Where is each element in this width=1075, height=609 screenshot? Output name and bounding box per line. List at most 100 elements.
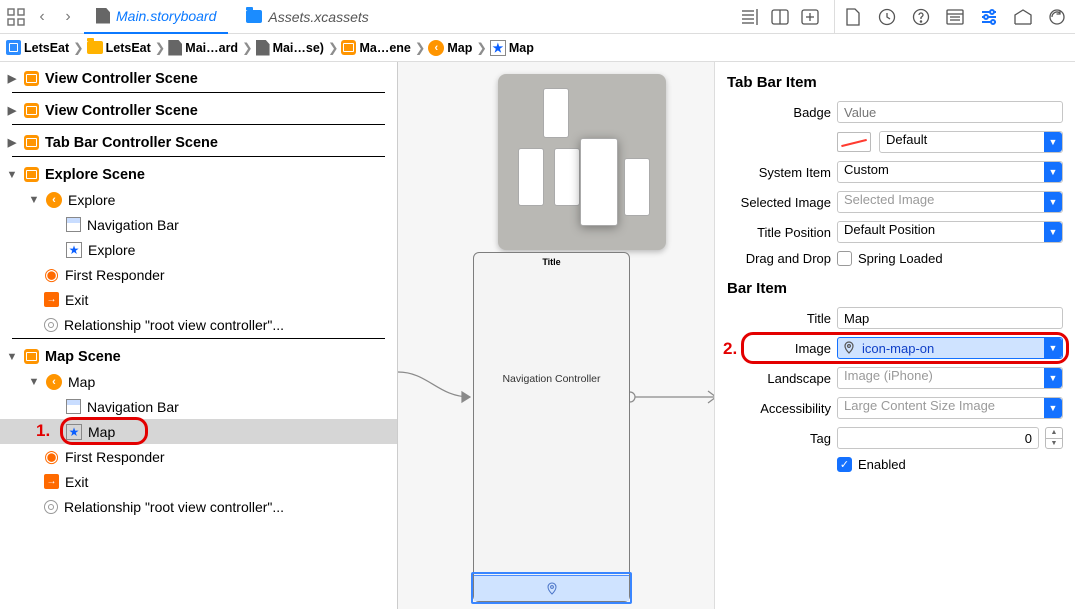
image-select[interactable]: icon-map-on ⊖ ▼ <box>837 337 1063 359</box>
size-inspector-icon[interactable] <box>1013 7 1033 27</box>
crumb-file[interactable]: Mai…ard <box>185 41 238 55</box>
title-input[interactable] <box>837 307 1063 329</box>
spring-loaded-checkbox[interactable] <box>837 251 852 266</box>
accessibility-select[interactable]: Large Content Size Image▼ <box>837 397 1063 419</box>
outline-label: First Responder <box>65 267 165 283</box>
adjust-editor-icon[interactable] <box>770 7 790 27</box>
outline-label: Explore Scene <box>45 167 145 183</box>
select-placeholder: Large Content Size Image <box>844 398 995 413</box>
project-icon <box>6 40 21 55</box>
tab-label: Main.storyboard <box>116 8 216 24</box>
controller-icon: ‹ <box>46 192 62 208</box>
label-landscape: Landscape <box>727 371 831 386</box>
editor-layout-icon[interactable] <box>740 7 760 27</box>
device-nav-controller-label: Navigation Controller <box>474 373 629 385</box>
navbar-icon <box>66 399 81 414</box>
attributes-inspector-icon[interactable] <box>979 7 999 27</box>
outline-row-first-responder[interactable]: ◉ First Responder <box>0 262 397 287</box>
landscape-select[interactable]: Image (iPhone)▼ <box>837 367 1063 389</box>
outline-row-map[interactable]: ▼‹Map <box>0 369 397 394</box>
cube-icon: ◉ <box>44 267 59 282</box>
outline-row-relationship-map[interactable]: Relationship "root view controller"... <box>0 494 397 519</box>
outline-row-exit[interactable]: Exit <box>0 287 397 312</box>
outline-row-map-item[interactable]: ★Map 1. <box>0 419 397 444</box>
outline-row-navbar-map[interactable]: Navigation Bar <box>0 394 397 419</box>
outline-label: First Responder <box>65 449 165 465</box>
tag-input[interactable] <box>837 427 1039 449</box>
label-selected-image: Selected Image <box>727 195 831 210</box>
map-pin-icon <box>545 582 559 596</box>
folder-icon <box>87 41 103 54</box>
tab-label: Assets.xcassets <box>268 9 368 25</box>
badge-input[interactable] <box>837 101 1063 123</box>
xcassets-folder-icon <box>246 10 262 23</box>
tab-main-storyboard[interactable]: Main.storyboard <box>84 0 228 34</box>
chevron-down-icon: ▼ <box>1044 192 1062 212</box>
badge-style-select[interactable]: Default ▼ <box>879 131 1063 153</box>
nav-back-icon[interactable]: ‹ <box>32 7 52 27</box>
document-outline[interactable]: ▶View Controller Scene ▶View Controller … <box>0 62 398 609</box>
scene-thumbnails[interactable] <box>498 74 666 250</box>
identity-inspector-icon[interactable] <box>945 7 965 27</box>
outline-row-explore-item[interactable]: ★Explore <box>0 237 397 262</box>
system-item-select[interactable]: Custom▼ <box>837 161 1063 183</box>
attributes-inspector: Tab Bar Item Badge Default▼ System Item … <box>715 62 1075 609</box>
nav-forward-icon[interactable]: › <box>58 7 78 27</box>
outline-row-relationship[interactable]: Relationship "root view controller"... <box>0 312 397 337</box>
file-icon <box>168 40 182 56</box>
related-items-icon[interactable] <box>6 7 26 27</box>
no-image-icon <box>837 132 871 152</box>
tab-assets[interactable]: Assets.xcassets <box>234 0 380 34</box>
label-title: Title <box>727 311 831 326</box>
navbar-icon <box>66 217 81 232</box>
outline-row-exit-map[interactable]: Exit <box>0 469 397 494</box>
outline-row-tabbarscene[interactable]: ▶Tab Bar Controller Scene <box>0 130 397 155</box>
help-inspector-icon[interactable] <box>911 7 931 27</box>
crumb-item[interactable]: Map <box>509 41 534 55</box>
annotation-label-1: 1. <box>36 421 50 441</box>
crumb-base[interactable]: Mai…se) <box>273 41 324 55</box>
crumb-project[interactable]: LetsEat <box>24 41 69 55</box>
title-position-select[interactable]: Default Position▼ <box>837 221 1063 243</box>
enabled-checkbox[interactable]: ✓ <box>837 457 852 472</box>
device-tabbar[interactable] <box>474 575 629 601</box>
outline-label: Map <box>68 374 95 390</box>
history-inspector-icon[interactable] <box>877 7 897 27</box>
crumb-scene[interactable]: Ma…ene <box>359 41 410 55</box>
label-accessibility: Accessibility <box>727 401 831 416</box>
chevron-down-icon: ▼ <box>1044 132 1062 152</box>
scene-icon <box>24 349 39 364</box>
label-tag: Tag <box>727 431 831 446</box>
outline-row-navbar-explore[interactable]: Navigation Bar <box>0 212 397 237</box>
tag-stepper[interactable]: ▲▼ <box>1045 427 1063 449</box>
stepper-up-icon[interactable]: ▲ <box>1046 428 1062 439</box>
segue-icon <box>44 500 58 514</box>
add-editor-icon[interactable] <box>800 7 820 27</box>
outline-row-vcscene1[interactable]: ▶View Controller Scene <box>0 66 397 91</box>
controller-icon: ‹ <box>46 374 62 390</box>
map-pin-icon <box>842 341 856 355</box>
outline-row-vcscene2[interactable]: ▶View Controller Scene <box>0 98 397 123</box>
star-icon: ★ <box>66 242 82 258</box>
storyboard-canvas[interactable]: Title Navigation Controller <box>398 62 715 609</box>
outline-label: Exit <box>65 474 88 490</box>
segue-icon <box>44 318 58 332</box>
chevron-down-icon: ▼ <box>1044 338 1062 358</box>
outline-row-explore[interactable]: ▼‹Explore <box>0 187 397 212</box>
crumb-folder[interactable]: LetsEat <box>106 41 151 55</box>
spring-loaded-label: Spring Loaded <box>858 251 943 266</box>
file-inspector-icon[interactable] <box>843 7 863 27</box>
select-value: Default <box>886 132 927 147</box>
outline-row-first-responder-map[interactable]: ◉First Responder <box>0 444 397 469</box>
scene-icon <box>24 71 39 86</box>
scene-icon <box>24 135 39 150</box>
stepper-down-icon[interactable]: ▼ <box>1046 439 1062 449</box>
selected-image-select[interactable]: Selected Image▼ <box>837 191 1063 213</box>
outline-row-mapscene[interactable]: ▼Map Scene <box>0 344 397 369</box>
outline-row-explorescene[interactable]: ▼Explore Scene <box>0 162 397 187</box>
device-frame[interactable]: Title Navigation Controller <box>473 252 630 602</box>
jump-bar[interactable]: LetsEat❯ LetsEat❯ Mai…ard❯ Mai…se)❯ Ma…e… <box>0 34 1075 62</box>
connections-inspector-icon[interactable] <box>1047 7 1067 27</box>
scene-icon <box>341 40 356 55</box>
crumb-controller[interactable]: Map <box>447 41 472 55</box>
